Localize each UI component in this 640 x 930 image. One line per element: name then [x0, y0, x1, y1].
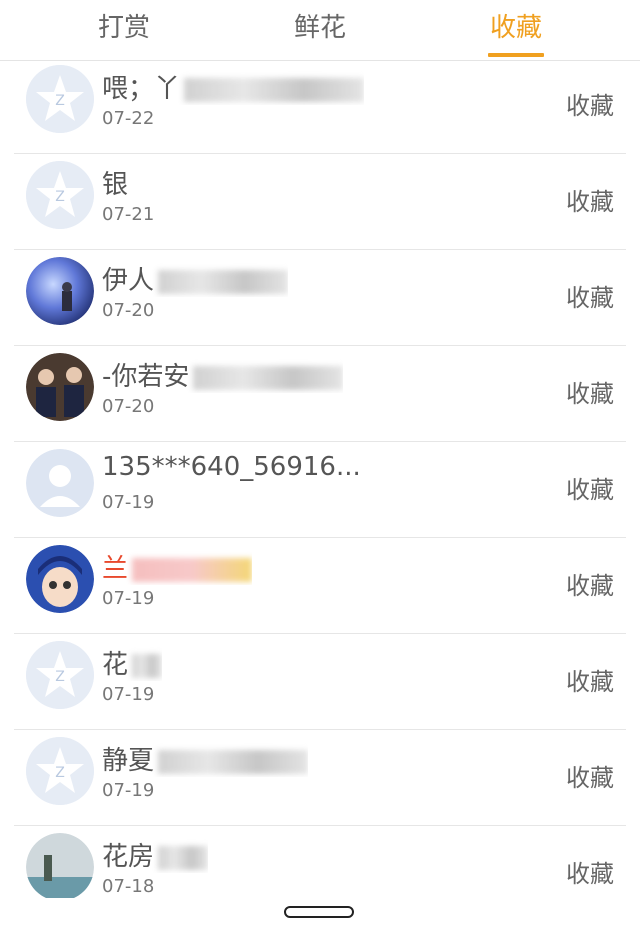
user-name: 静夏: [102, 740, 309, 777]
favorite-label: 收藏: [566, 92, 614, 120]
cartoon-avatar: [26, 545, 94, 613]
tab-favorites-label: 收藏: [489, 13, 542, 43]
photo-avatar-girls: [26, 353, 94, 421]
qq-star-icon: Z: [26, 65, 94, 133]
list-item[interactable]: 135***640_56916... 07-19 收藏: [0, 442, 640, 538]
user-name: -你若安: [102, 356, 344, 393]
user-name: 135***640_56916...: [102, 452, 361, 482]
svg-text:Z: Z: [55, 189, 65, 205]
svg-text:Z: Z: [55, 93, 65, 109]
list-item[interactable]: Z 银 07-21 收藏: [0, 154, 640, 250]
user-name: 喂；丫: [102, 68, 365, 105]
user-name: 伊人: [102, 260, 289, 297]
qq-star-icon: Z: [26, 161, 94, 229]
active-tab-indicator: [488, 53, 544, 57]
favorite-label: 收藏: [566, 860, 614, 888]
tab-bar: 打赏 鲜花 收藏: [0, 0, 640, 61]
list-item[interactable]: Z 花 07-19 收藏: [0, 634, 640, 730]
qq-star-icon: Z: [26, 641, 94, 709]
favorite-label: 收藏: [566, 476, 614, 504]
default-person-icon: [26, 449, 94, 517]
home-indicator[interactable]: [284, 906, 354, 918]
date-label: 07-19: [102, 588, 155, 609]
user-name: 银: [102, 170, 129, 200]
list-item[interactable]: Z 喂；丫 07-22 收藏: [0, 60, 640, 154]
photo-avatar-sea: [26, 833, 94, 898]
list-item[interactable]: 花房 07-18 收藏: [0, 826, 640, 898]
user-name: 花房: [102, 836, 209, 873]
svg-text:Z: Z: [55, 765, 65, 781]
date-label: 07-19: [102, 684, 155, 705]
tab-favorites[interactable]: 收藏: [456, 0, 576, 60]
date-label: 07-22: [102, 108, 155, 129]
tab-flowers[interactable]: 鲜花: [260, 0, 380, 60]
date-label: 07-20: [102, 396, 155, 417]
list-item[interactable]: Z 静夏 07-19 收藏: [0, 730, 640, 826]
favorite-label: 收藏: [566, 572, 614, 600]
user-name: 兰: [102, 548, 253, 585]
favorite-label: 收藏: [566, 380, 614, 408]
list-item[interactable]: 兰 07-19 收藏: [0, 538, 640, 634]
favorite-label: 收藏: [566, 764, 614, 792]
favorite-label: 收藏: [566, 284, 614, 312]
photo-avatar-night: [26, 257, 94, 325]
qq-star-icon: Z: [26, 737, 94, 805]
date-label: 07-18: [102, 876, 155, 897]
tab-flowers-label: 鲜花: [293, 13, 346, 43]
date-label: 07-19: [102, 780, 155, 801]
favorite-label: 收藏: [566, 668, 614, 696]
tab-reward[interactable]: 打赏: [64, 0, 184, 60]
list-item[interactable]: -你若安 07-20 收藏: [0, 346, 640, 442]
favorites-list: Z 喂；丫 07-22 收藏 Z 银 07-21 收藏 伊人 07-20 收藏 …: [0, 60, 640, 898]
date-label: 07-20: [102, 300, 155, 321]
date-label: 07-21: [102, 204, 155, 225]
user-name: 花: [102, 644, 163, 681]
tab-reward-label: 打赏: [97, 13, 150, 43]
svg-text:Z: Z: [55, 669, 65, 685]
favorite-label: 收藏: [566, 188, 614, 216]
list-item[interactable]: 伊人 07-20 收藏: [0, 250, 640, 346]
date-label: 07-19: [102, 492, 155, 513]
